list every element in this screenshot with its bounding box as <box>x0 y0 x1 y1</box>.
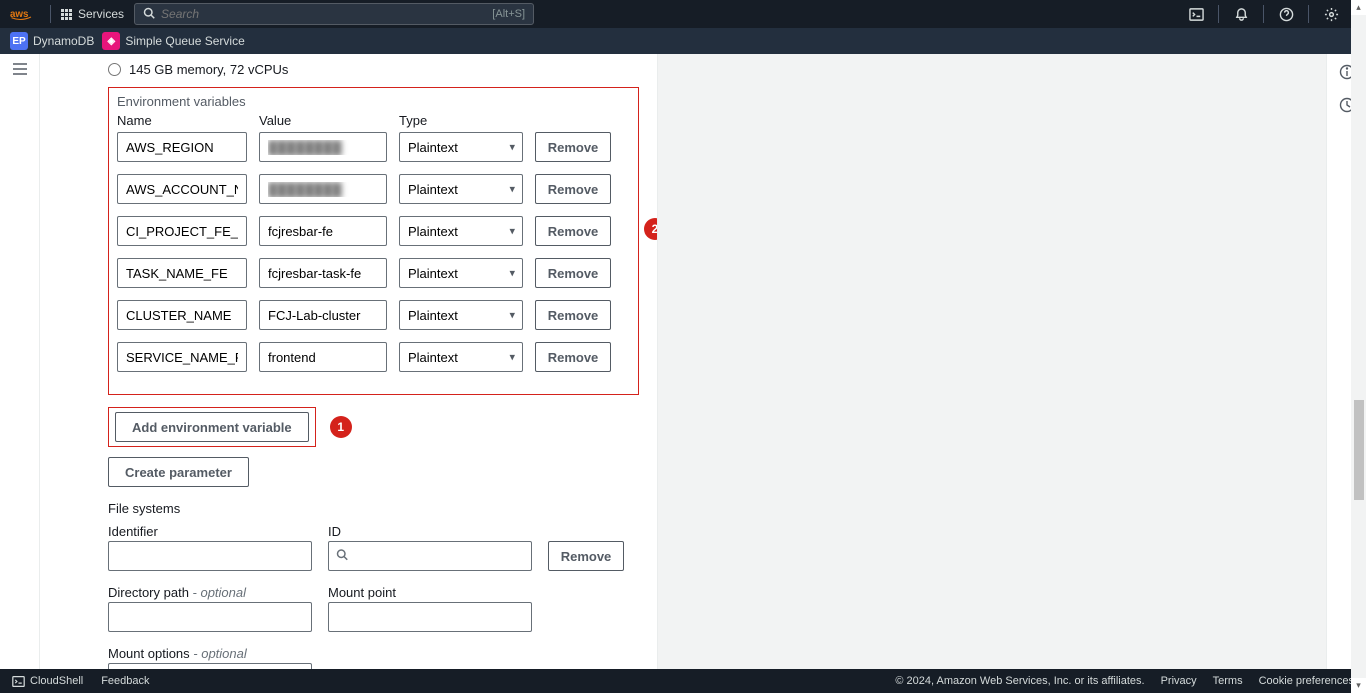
settings-icon[interactable] <box>1317 3 1345 25</box>
search-icon <box>336 549 348 564</box>
sub-header: EP DynamoDB ◈ Simple Queue Service <box>0 28 1366 54</box>
id-label: ID <box>328 524 532 539</box>
env-value-input[interactable] <box>259 342 387 372</box>
services-menu[interactable]: Services <box>61 7 124 21</box>
env-type-select[interactable]: Plaintext <box>399 300 523 330</box>
notifications-icon[interactable] <box>1227 3 1255 25</box>
remove-button[interactable]: Remove <box>535 132 611 162</box>
env-value-input[interactable] <box>259 258 387 288</box>
annotation-2: 2 <box>644 218 658 240</box>
section-title: Environment variables <box>117 94 630 109</box>
search-bar[interactable]: [Alt+S] <box>134 3 534 25</box>
env-name-input[interactable] <box>117 300 247 330</box>
column-headers: Name Value Type <box>117 113 630 128</box>
privacy-link[interactable]: Privacy <box>1161 675 1197 687</box>
remove-button[interactable]: Remove <box>535 216 611 246</box>
env-name-input[interactable] <box>117 132 247 162</box>
env-value-input[interactable] <box>259 174 387 204</box>
help-icon[interactable] <box>1272 3 1300 25</box>
env-var-row: Plaintext Remove <box>117 174 630 204</box>
env-name-input[interactable] <box>117 342 247 372</box>
cloudshell-link[interactable]: CloudShell <box>12 675 83 688</box>
env-var-row: Plaintext Remove <box>117 300 630 330</box>
service-pill-sqs[interactable]: ◈ Simple Queue Service <box>102 32 244 50</box>
feedback-link[interactable]: Feedback <box>101 675 149 687</box>
remove-button[interactable]: Remove <box>535 174 611 204</box>
form-panel: 145 GB memory, 72 vCPUs Environment vari… <box>40 54 658 669</box>
env-var-row: Plaintext Remove <box>117 132 630 162</box>
cloudshell-icon[interactable] <box>1182 3 1210 25</box>
search-icon <box>143 7 155 22</box>
add-env-var-box: Add environment variable <box>108 407 316 447</box>
search-shortcut: [Alt+S] <box>492 8 525 20</box>
left-rail <box>0 54 40 669</box>
annotation-1: 1 <box>330 416 352 438</box>
copyright: © 2024, Amazon Web Services, Inc. or its… <box>895 675 1144 687</box>
service-label: Simple Queue Service <box>125 34 244 48</box>
env-type-select[interactable]: Plaintext <box>399 132 523 162</box>
grid-icon <box>61 9 72 20</box>
compute-label: 145 GB memory, 72 vCPUs <box>129 62 288 77</box>
compute-option-radio-row: 145 GB memory, 72 vCPUs <box>108 62 639 77</box>
hamburger-icon[interactable] <box>12 62 28 79</box>
env-name-input[interactable] <box>117 258 247 288</box>
service-label: DynamoDB <box>33 34 94 48</box>
mount-point-label: Mount point <box>328 585 532 600</box>
env-type-select[interactable]: Plaintext <box>399 174 523 204</box>
file-systems-label: File systems <box>108 501 639 516</box>
directory-path-label: Directory path - optional <box>108 585 312 600</box>
top-header: aws Services [Alt+S] <box>0 0 1366 28</box>
env-type-select[interactable]: Plaintext <box>399 216 523 246</box>
cookie-link[interactable]: Cookie preferences <box>1259 675 1354 687</box>
env-value-input[interactable] <box>259 132 387 162</box>
scroll-up-arrow[interactable]: ▴ <box>1351 0 1366 15</box>
directory-path-input[interactable] <box>108 602 312 632</box>
search-input[interactable] <box>161 7 486 21</box>
dynamodb-badge-icon: EP <box>10 32 28 50</box>
env-type-select[interactable]: Plaintext <box>399 258 523 288</box>
aws-logo[interactable]: aws <box>10 7 40 21</box>
env-variables-section: Environment variables Name Value Type Pl… <box>108 87 639 395</box>
remove-button[interactable]: Remove <box>535 342 611 372</box>
create-parameter-button[interactable]: Create parameter <box>108 457 249 487</box>
sqs-badge-icon: ◈ <box>102 32 120 50</box>
col-type: Type <box>399 113 523 128</box>
env-value-input[interactable] <box>259 300 387 330</box>
env-type-select[interactable]: Plaintext <box>399 342 523 372</box>
scroll-thumb[interactable] <box>1354 400 1364 500</box>
mount-options-label: Mount options - optional <box>108 646 639 661</box>
identifier-input[interactable] <box>108 541 312 571</box>
id-input[interactable] <box>328 541 532 571</box>
remove-button[interactable]: Remove <box>535 258 611 288</box>
remove-fs-button[interactable]: Remove <box>548 541 624 571</box>
terms-link[interactable]: Terms <box>1213 675 1243 687</box>
scrollbar[interactable]: ▴ ▾ <box>1351 0 1366 693</box>
mount-point-input[interactable] <box>328 602 532 632</box>
col-value: Value <box>259 113 387 128</box>
compute-radio[interactable] <box>108 63 121 76</box>
footer: CloudShell Feedback © 2024, Amazon Web S… <box>0 669 1366 693</box>
mount-options-input[interactable] <box>108 663 312 669</box>
env-value-input[interactable] <box>259 216 387 246</box>
col-name: Name <box>117 113 247 128</box>
empty-side <box>658 54 1326 669</box>
add-env-var-button[interactable]: Add environment variable <box>115 412 309 442</box>
services-label: Services <box>78 7 124 21</box>
env-var-row: Plaintext Remove <box>117 258 630 288</box>
env-name-input[interactable] <box>117 174 247 204</box>
service-pill-dynamodb[interactable]: EP DynamoDB <box>10 32 94 50</box>
env-var-row: Plaintext Remove <box>117 342 630 372</box>
remove-button[interactable]: Remove <box>535 300 611 330</box>
env-var-row: Plaintext Remove <box>117 216 630 246</box>
scroll-down-arrow[interactable]: ▾ <box>1351 678 1366 693</box>
identifier-label: Identifier <box>108 524 312 539</box>
env-name-input[interactable] <box>117 216 247 246</box>
